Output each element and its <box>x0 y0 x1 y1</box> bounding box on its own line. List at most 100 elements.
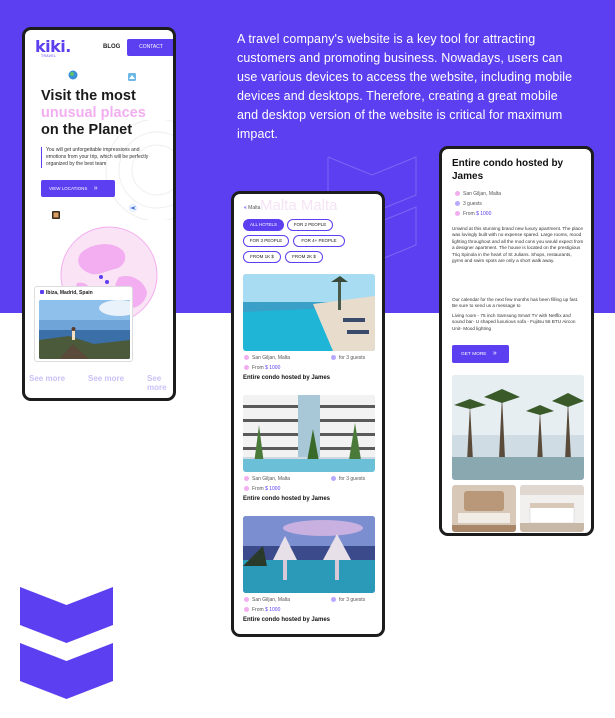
filter-chip-2-people[interactable]: FOR 2 PEOPLE <box>287 219 333 231</box>
location-photo <box>39 300 130 359</box>
hotel-name: Entire condo hosted by James <box>243 617 331 623</box>
hotel-location-text: San Giljan, Malta <box>252 597 291 603</box>
detail-guests: 3 guests <box>455 201 482 207</box>
logo-subtitle: TRAVEL <box>41 54 57 58</box>
hotel-name: Entire condo hosted by James <box>243 496 331 502</box>
detail-title: Entire condo hosted by James <box>452 158 564 182</box>
cabana-photo <box>243 516 375 593</box>
price-prefix: From <box>252 607 264 613</box>
hotel-guests: for 3 guests <box>331 476 365 482</box>
detail-main-photo <box>452 375 584 480</box>
mobile-hotel-list-screen: Malta Malta « Malta ALL HOTELS FOR 2 PEO… <box>231 191 385 637</box>
get-more-button[interactable]: GET MORE » <box>452 345 509 363</box>
hotel-price: From $ 1000 <box>244 607 280 613</box>
chevron-decoration-icon <box>20 587 113 643</box>
mobile-hotel-detail-screen: Entire condo hosted by James San Giljan,… <box>439 146 594 536</box>
detail-price: From $ 1000 <box>455 211 491 217</box>
detail-description: Unwind at this stunning brand new luxury… <box>452 226 584 264</box>
back-arrow-icon: « <box>244 205 247 211</box>
price-value: $ 1000 <box>265 607 281 613</box>
get-more-label: GET MORE <box>461 352 487 357</box>
hotel-price: From $ 1000 <box>244 486 280 492</box>
back-link[interactable]: « Malta <box>244 205 260 211</box>
see-more-link[interactable]: See more <box>29 374 65 383</box>
mobile-home-screen: kiki. TRAVEL BLOG CONTACT Visit the most… <box>22 27 176 401</box>
hotel-photo <box>243 274 375 351</box>
price-icon <box>244 365 249 371</box>
location-card[interactable]: Ibiza, Madrid, Spain <box>34 286 133 362</box>
hotel-name: Entire condo hosted by James <box>243 375 331 381</box>
filter-chip-from-1k[interactable]: FROM 1K $ <box>243 251 281 263</box>
hero-description: You will get unforgettable impressions a… <box>41 147 159 168</box>
watermark-text: Malta Malta <box>260 197 338 214</box>
contact-button[interactable]: CONTACT <box>127 39 173 56</box>
see-more-link[interactable]: See more <box>88 374 124 383</box>
globe-badge-icon <box>68 70 78 80</box>
price-value: $ 1000 <box>476 211 492 217</box>
hotel-photo <box>243 516 375 593</box>
filter-chip-4-people[interactable]: FOR 4+ PEOPLE <box>293 235 345 247</box>
pin-icon <box>40 290 44 294</box>
filter-chip-all-hotels[interactable]: ALL HOTELS <box>243 219 284 231</box>
hotel-guests: for 3 guests <box>331 597 365 603</box>
hotel-location: San Giljan, Malta <box>244 355 290 361</box>
price-prefix: From <box>463 211 475 217</box>
pin-icon <box>244 597 249 603</box>
pin-icon <box>244 355 249 361</box>
intro-paragraph: A travel company's website is a key tool… <box>237 32 573 141</box>
detail-location-text: San Giljan, Malta <box>463 191 502 197</box>
hotel-guests-text: for 3 guests <box>339 597 366 603</box>
view-locations-label: VIEW LOCATIONS <box>49 186 88 191</box>
cliff-photo <box>39 300 130 359</box>
hotel-card[interactable]: San Giljan, Malta for 3 guests From $ 10… <box>243 395 375 505</box>
hotel-guests-text: for 3 guests <box>339 476 366 482</box>
hotel-card[interactable]: San Giljan, Malta for 3 guests From $ 10… <box>243 274 375 384</box>
double-chevron-icon: » <box>492 350 497 357</box>
filter-chip-from-2k[interactable]: FROM 2K $ <box>285 251 323 263</box>
guests-icon <box>331 476 336 482</box>
guests-icon <box>331 597 336 603</box>
chevron-decoration-icon <box>20 643 113 699</box>
hotel-location: San Giljan, Malta <box>244 476 290 482</box>
hotel-location-text: San Giljan, Malta <box>252 476 291 482</box>
price-icon <box>244 607 249 613</box>
price-prefix: From <box>252 486 264 492</box>
price-value: $ 1000 <box>265 486 281 492</box>
guests-icon <box>455 201 460 207</box>
view-locations-button[interactable]: VIEW LOCATIONS » <box>41 180 115 197</box>
hero-line-2: unusual places <box>41 105 146 121</box>
hero-line-1: Visit the most <box>41 88 136 104</box>
location-label: Ibiza, Madrid, Spain <box>40 290 93 296</box>
location-text: Ibiza, Madrid, Spain <box>46 290 93 296</box>
photo-badge-icon <box>52 211 60 219</box>
hotel-photo <box>243 395 375 472</box>
price-icon <box>244 486 249 492</box>
detail-thumb-photo[interactable] <box>520 485 584 532</box>
hotel-guests-text: for 3 guests <box>339 355 366 361</box>
hero-title: Visit the most unusual places on the Pla… <box>41 88 171 139</box>
detail-guests-text: 3 guests <box>463 201 482 207</box>
palm-resort-photo <box>452 375 584 480</box>
hotel-card[interactable]: San Giljan, Malta for 3 guests From $ 10… <box>243 516 375 626</box>
hotel-location: San Giljan, Malta <box>244 597 290 603</box>
living-room-photo <box>452 485 516 532</box>
detail-location: San Giljan, Malta <box>455 191 501 197</box>
blog-link[interactable]: BLOG <box>103 44 120 50</box>
top-nav: kiki. TRAVEL BLOG CONTACT <box>33 36 173 60</box>
building-photo <box>243 395 375 472</box>
price-value: $ 1000 <box>265 365 281 371</box>
detail-thumb-photo[interactable] <box>452 485 516 532</box>
map-badge-icon <box>128 73 136 81</box>
double-chevron-icon: » <box>93 185 98 192</box>
price-icon <box>455 211 460 217</box>
filter-chip-3-people[interactable]: FOR 3 PEOPLE <box>243 235 289 247</box>
pool-photo <box>243 274 375 351</box>
back-link-label: Malta <box>248 205 261 211</box>
plane-badge-icon <box>128 203 138 213</box>
hotel-guests: for 3 guests <box>331 355 365 361</box>
see-more-link[interactable]: See more <box>147 374 173 392</box>
detail-calendar-note: Our calendar for the next few months has… <box>452 297 579 309</box>
hero-line-3: on the Planet <box>41 122 133 138</box>
pin-icon <box>455 191 460 197</box>
pin-icon <box>244 476 249 482</box>
